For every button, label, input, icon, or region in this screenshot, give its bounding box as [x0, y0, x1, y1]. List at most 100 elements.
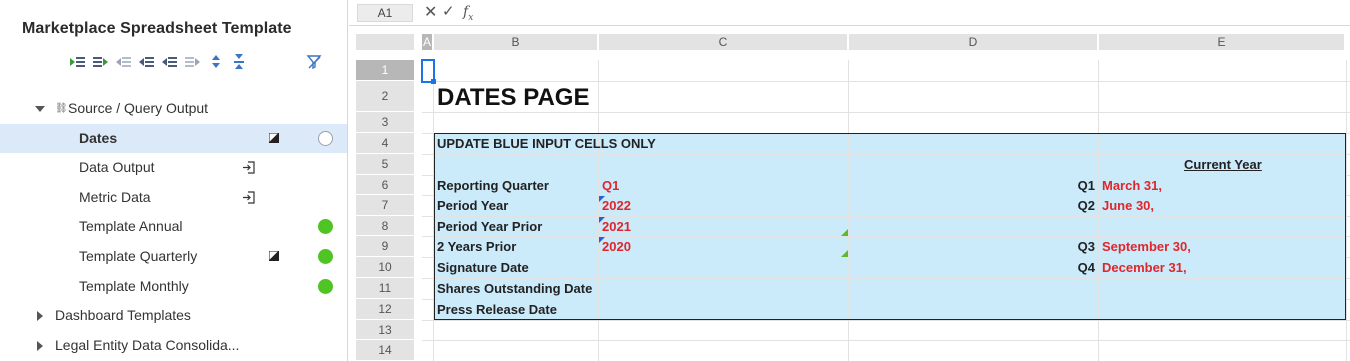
formula-bar: A1 ✕ ✓ fx — [349, 0, 1350, 26]
indent-icon[interactable] — [139, 55, 155, 69]
caret-right-icon[interactable] — [37, 340, 43, 351]
grid-line — [1346, 60, 1347, 361]
page-title-cell[interactable]: DATES PAGE — [437, 84, 589, 112]
confirm-icon[interactable]: ✓ — [442, 2, 455, 20]
column-header-d[interactable]: D — [849, 34, 1098, 50]
tree-folder-legal-entity[interactable]: Legal Entity Data Consolida... — [0, 331, 347, 361]
tree-item-metric-data[interactable]: Metric Data — [0, 183, 347, 213]
expand-all-icon[interactable] — [208, 55, 224, 69]
note-marker[interactable] — [841, 229, 848, 236]
import-icon — [243, 161, 255, 174]
input-period-year-prior[interactable]: 2021 — [602, 219, 631, 234]
navigation-panel: Marketplace Spreadsheet Template ⛓ Sourc… — [0, 0, 348, 361]
spreadsheet-grid[interactable]: A B C D E 1 2 3 4 5 6 7 8 9 10 11 12 13 … — [349, 27, 1350, 361]
banner-cell[interactable]: UPDATE BLUE INPUT CELLS ONLY — [437, 136, 656, 151]
tree-item-data-output[interactable]: Data Output — [0, 153, 347, 183]
tree-item-label: Data Output — [79, 159, 155, 176]
label-period-year-prior[interactable]: Period Year Prior — [437, 219, 542, 234]
tree-item-template-quarterly[interactable]: Template Quarterly — [0, 242, 347, 272]
row-header-10[interactable]: 10 — [356, 257, 414, 278]
name-box[interactable]: A1 — [357, 4, 413, 22]
tree-item-label: Template Monthly — [79, 277, 189, 294]
flag-icon — [269, 132, 279, 143]
row-header-9[interactable]: 9 — [356, 236, 414, 257]
tree-item-label: Template Annual — [79, 218, 183, 235]
input-reporting-quarter[interactable]: Q1 — [602, 178, 619, 193]
flag-icon — [269, 250, 279, 261]
link-icon: ⛓ — [55, 103, 68, 114]
tree-item-dates[interactable]: Dates — [0, 123, 347, 154]
label-signature-date[interactable]: Signature Date — [437, 260, 529, 275]
tree-item-label: Template Quarterly — [79, 247, 198, 264]
comment-marker[interactable] — [599, 196, 605, 202]
label-reporting-quarter[interactable]: Reporting Quarter — [437, 178, 549, 193]
row-header-8[interactable]: 8 — [356, 216, 414, 236]
move-left-icon[interactable] — [162, 55, 178, 69]
row-header-6[interactable]: 6 — [356, 175, 414, 195]
cancel-icon[interactable]: ✕ — [424, 2, 437, 22]
tree-item-label: Source / Query Output — [68, 100, 209, 116]
tree-list: ⛓ Source / Query Output Dates Data Outpu… — [0, 94, 347, 360]
input-2-years-prior[interactable]: 2020 — [602, 239, 631, 254]
row-header-5[interactable]: 5 — [356, 154, 414, 175]
quarter-date-q2[interactable]: June 30, — [1102, 198, 1154, 213]
row-header-11[interactable]: 11 — [356, 278, 414, 299]
collapse-all-icon[interactable] — [231, 54, 247, 69]
function-icon[interactable]: fx — [463, 4, 473, 23]
column-header-a[interactable]: A — [422, 34, 433, 50]
row-header-2[interactable]: 2 — [356, 81, 414, 112]
clear-filter-icon[interactable] — [306, 54, 322, 70]
column-header-c[interactable]: C — [599, 34, 848, 50]
row-header-12[interactable]: 12 — [356, 299, 414, 320]
row-header-3[interactable]: 3 — [356, 112, 414, 133]
quarter-date-q4[interactable]: December 31, — [1102, 260, 1187, 275]
grid-line — [422, 320, 1350, 321]
quarter-date-q3[interactable]: September 30, — [1102, 239, 1191, 254]
tree-folder-dashboard-templates[interactable]: Dashboard Templates — [0, 301, 347, 331]
label-2-years-prior[interactable]: 2 Years Prior — [437, 239, 516, 254]
add-row-above-icon[interactable] — [70, 55, 86, 69]
move-right-icon[interactable] — [185, 55, 201, 69]
quarter-label-q4[interactable]: Q4 — [1049, 260, 1095, 275]
caret-down-icon[interactable] — [35, 106, 45, 112]
tree-item-label: Metric Data — [79, 188, 151, 205]
status-ok-icon — [318, 278, 333, 294]
tree-item-label: Dates — [79, 129, 118, 146]
input-period-year[interactable]: 2022 — [602, 198, 631, 213]
grid-line — [422, 112, 1350, 113]
row-header-7[interactable]: 7 — [356, 195, 414, 216]
comment-marker[interactable] — [599, 237, 605, 243]
comment-marker[interactable] — [599, 217, 605, 223]
grid-line — [422, 81, 1350, 82]
tree-folder-source-query-output[interactable]: ⛓ Source / Query Output — [0, 94, 347, 124]
quarter-label-q2[interactable]: Q2 — [1049, 198, 1095, 213]
tree-item-template-annual[interactable]: Template Annual — [0, 212, 347, 242]
row-header-1[interactable]: 1 — [356, 60, 414, 81]
note-marker[interactable] — [841, 250, 848, 257]
row-header-4[interactable]: 4 — [356, 133, 414, 154]
quarter-label-q3[interactable]: Q3 — [1049, 239, 1095, 254]
tree-item-label: Legal Entity Data Consolida... — [55, 336, 240, 353]
select-all-corner[interactable] — [356, 34, 414, 50]
status-empty-icon — [318, 130, 333, 146]
quarter-date-q1[interactable]: March 31, — [1102, 178, 1162, 193]
status-ok-icon — [318, 248, 333, 264]
outdent-icon[interactable] — [116, 55, 132, 69]
column-header-e[interactable]: E — [1099, 34, 1345, 50]
status-ok-icon — [318, 219, 333, 235]
label-period-year[interactable]: Period Year — [437, 198, 508, 213]
row-header-14[interactable]: 14 — [356, 340, 414, 361]
panel-title: Marketplace Spreadsheet Template — [22, 20, 292, 37]
row-header-13[interactable]: 13 — [356, 320, 414, 340]
label-shares-outstanding-date[interactable]: Shares Outstanding Date — [437, 281, 592, 296]
fill-handle[interactable] — [431, 79, 436, 84]
import-icon — [243, 191, 255, 204]
current-year-header[interactable]: Current Year — [1184, 157, 1262, 172]
label-press-release-date[interactable]: Press Release Date — [437, 302, 557, 317]
grid-line — [422, 340, 1350, 341]
column-header-b[interactable]: B — [434, 34, 598, 50]
add-row-below-icon[interactable] — [93, 55, 109, 69]
tree-item-template-monthly[interactable]: Template Monthly — [0, 272, 347, 302]
quarter-label-q1[interactable]: Q1 — [1049, 178, 1095, 193]
caret-right-icon[interactable] — [37, 311, 43, 322]
